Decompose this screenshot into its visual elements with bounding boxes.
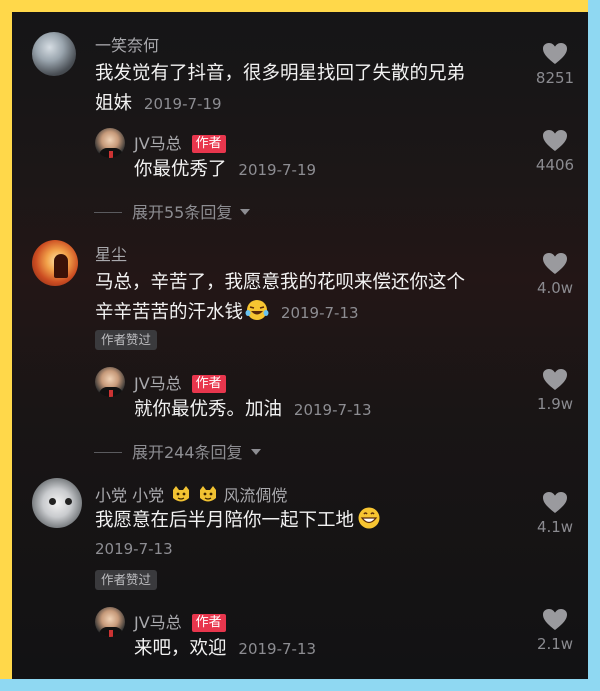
reply-date: 2019-7-13 (293, 401, 372, 419)
heart-icon (543, 43, 567, 64)
divider-line (94, 452, 122, 453)
reply-text-content: 你最优秀了 (134, 159, 227, 180)
like-button[interactable]: 4.0w (527, 252, 583, 297)
reply-avatar[interactable] (95, 128, 125, 158)
like-button[interactable]: 8251 (527, 42, 583, 87)
frame-bottom-border (0, 679, 600, 691)
frame-top-border (0, 0, 600, 12)
author-liked-badge: 作者赞过 (95, 570, 158, 590)
reply-date: 2019-7-19 (238, 161, 317, 179)
avatar[interactable] (32, 240, 78, 286)
like-count: 1.9w (536, 395, 574, 413)
comment-username-part: 风流倜傥 (223, 486, 288, 505)
avatar[interactable] (32, 478, 82, 528)
author-badge: 作者 (191, 375, 226, 393)
expand-replies-label: 展开55条回复 (132, 203, 233, 222)
laughing-tears-emoji (245, 300, 269, 320)
like-count: 2.1w (536, 635, 574, 653)
reply-username-row: JV马总 作者 (134, 370, 226, 394)
reply-username-row: JV马总 作者 (134, 609, 226, 633)
reply-text: 来吧，欢迎 2019-7-13 (134, 634, 514, 664)
author-badge: 作者 (191, 135, 226, 153)
reply-avatar[interactable] (95, 607, 125, 637)
reply-text-content: 来吧，欢迎 (134, 638, 227, 659)
comment-text-line: 姐妹 (95, 93, 133, 114)
reply-text-content: 就你最优秀。加油 (134, 399, 283, 420)
comment-username[interactable]: 一笑奈何 (95, 32, 159, 56)
reply-username[interactable]: JV马总 (134, 374, 182, 393)
comment-text: 我愿意在后半月陪你一起下工地 (95, 506, 535, 536)
comment-date: 2019-7-19 (143, 95, 222, 113)
heart-icon (543, 492, 567, 513)
expand-replies-button[interactable]: 展开244条回复 (94, 439, 262, 463)
comment-text-line: 我愿意在后半月陪你一起下工地 (95, 510, 355, 531)
comment-username-part: 小党 小党 (95, 486, 165, 505)
cat-emoji (173, 486, 190, 502)
comment-text-line: 我发觉有了抖音，很多明星找回了失散的兄弟 (95, 63, 466, 84)
like-button[interactable]: 4.1w (527, 491, 583, 536)
frame-right-border (588, 0, 600, 691)
avatar[interactable] (32, 32, 76, 76)
like-button[interactable]: 1.9w (527, 368, 583, 413)
divider-line (94, 212, 122, 213)
reply-username[interactable]: JV马总 (134, 134, 182, 153)
like-count: 8251 (535, 69, 575, 87)
comment-text: 马总，辛苦了，我愿意我的花呗来偿还你这个 辛辛苦苦的汗水钱 2019-7-13 (95, 268, 540, 328)
reply-text: 就你最优秀。加油 2019-7-13 (134, 395, 514, 425)
chevron-down-icon (250, 449, 261, 455)
heart-icon (543, 253, 567, 274)
expand-replies-button[interactable]: 展开55条回复 (94, 199, 251, 223)
reply-username-row: JV马总 作者 (134, 130, 226, 154)
comment-username[interactable]: 小党 小党 风流倜傥 (95, 482, 287, 506)
cat-emoji (200, 486, 217, 502)
like-count: 4406 (535, 156, 575, 174)
author-badge: 作者 (191, 614, 226, 632)
comment-username[interactable]: 星尘 (95, 241, 127, 265)
like-button[interactable]: 4406 (527, 129, 583, 174)
reply-avatar[interactable] (95, 367, 125, 397)
reply-username[interactable]: JV马总 (134, 613, 182, 632)
author-liked-badge: 作者赞过 (95, 330, 158, 350)
comment-panel: 一笑奈何 我发觉有了抖音，很多明星找回了失散的兄弟 姐妹 2019-7-19 8… (12, 12, 588, 679)
reply-text: 你最优秀了 2019-7-19 (134, 155, 514, 185)
comment-text: 我发觉有了抖音，很多明星找回了失散的兄弟 姐妹 2019-7-19 (95, 59, 535, 119)
comment-date: 2019-7-13 (280, 304, 359, 322)
like-button[interactable]: 2.1w (527, 608, 583, 653)
heart-icon (543, 609, 567, 630)
heart-icon (543, 130, 567, 151)
reply-date: 2019-7-13 (238, 640, 317, 658)
comment-text-line: 辛辛苦苦的汗水钱 (95, 302, 244, 323)
comment-date: 2019-7-13 (95, 540, 173, 558)
frame-left-border (0, 0, 12, 691)
heart-icon (543, 369, 567, 390)
chevron-down-icon (240, 209, 251, 215)
grinning-emoji (358, 507, 380, 529)
like-count: 4.0w (536, 279, 574, 297)
comment-text-line: 马总，辛苦了，我愿意我的花呗来偿还你这个 (95, 272, 466, 293)
expand-replies-label: 展开244条回复 (132, 443, 243, 462)
like-count: 4.1w (536, 518, 574, 536)
